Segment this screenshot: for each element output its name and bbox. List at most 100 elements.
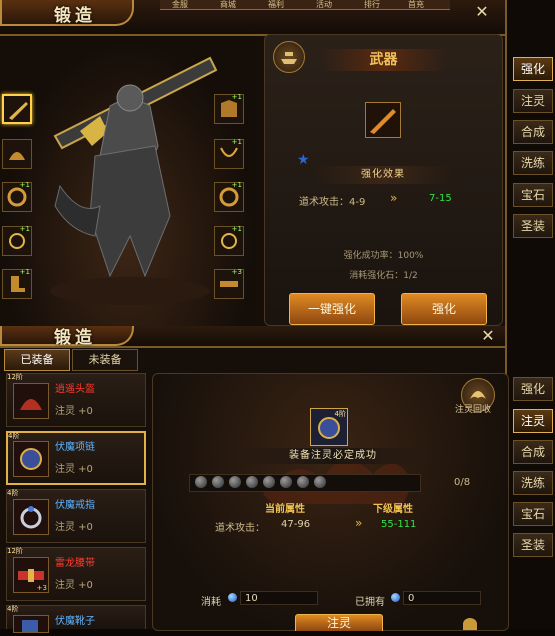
infuse-button[interactable]: 注灵 <box>295 614 383 631</box>
item-plus: +3 <box>36 584 47 592</box>
item-infuse-level: 注灵 +0 <box>55 464 93 475</box>
progress-bead <box>195 476 207 488</box>
weapon-icon <box>9 102 28 120</box>
top-menu: 金服 商城 福利 活动 排行 首充 <box>160 0 450 10</box>
tab-synthesize[interactable]: 合成 <box>513 440 553 464</box>
list-item[interactable]: +3 12阶 雷龙腰带 注灵 +0 <box>6 547 146 601</box>
top-menu-item[interactable]: 活动 <box>316 0 332 10</box>
stat-current: 道术攻击：4-9 <box>299 197 366 208</box>
one-click-strengthen-button[interactable]: 一键强化 <box>289 293 375 325</box>
item-name: 伏魔项链 <box>55 442 95 453</box>
necklace-icon <box>13 441 49 477</box>
top-menu-item[interactable]: 排行 <box>364 0 380 10</box>
item-badge: 4阶 <box>8 432 20 440</box>
equip-slot[interactable]: +1 <box>2 225 32 256</box>
top-menu-item[interactable]: 首充 <box>408 0 424 10</box>
list-item[interactable]: 4阶 伏魔项链 注灵 +0 <box>6 431 146 485</box>
strengthen-button[interactable]: 强化 <box>401 293 487 325</box>
equip-slot[interactable]: +3 <box>214 268 244 299</box>
progress-bead <box>246 476 258 488</box>
gem-icon <box>228 593 237 602</box>
equip-slot[interactable]: +1 <box>214 138 244 169</box>
tab-infuse[interactable]: 注灵 <box>513 409 553 433</box>
gem-icon <box>391 593 400 602</box>
item-infuse-level: 注灵 +0 <box>55 406 93 417</box>
boots-icon <box>13 615 49 633</box>
belt-icon <box>220 281 238 287</box>
equip-slot-weapon[interactable] <box>2 94 32 124</box>
progress-bead <box>212 476 224 488</box>
ring-icon <box>13 499 49 535</box>
progress-count: 0/8 <box>454 477 471 488</box>
progress-bead <box>280 476 292 488</box>
equip-slot[interactable] <box>2 139 32 169</box>
progress-bead <box>263 476 275 488</box>
tab-infuse[interactable]: 注灵 <box>513 89 553 113</box>
item-name: 雷龙腰带 <box>55 558 95 569</box>
equipment-list: 12阶 逍遥头盔 注灵 +0 4阶 伏魔项链 注灵 +0 4阶 伏魔戒指 注灵 … <box>2 373 148 633</box>
weapon-heading: 武器 <box>369 52 398 68</box>
stat-next: 55-111 <box>381 519 417 530</box>
list-item[interactable]: 4阶 伏魔戒指 注灵 +0 <box>6 489 146 543</box>
strengthen-result-label: 强化效果 <box>313 166 453 184</box>
armor-icon <box>221 100 237 117</box>
stat-current: 47-96 <box>281 519 311 530</box>
item-name: 伏魔戒指 <box>55 500 95 511</box>
tab-strengthen[interactable]: 强化 <box>513 57 553 81</box>
next-attr-label: 下级属性 <box>373 504 413 515</box>
cost-label: 消耗 <box>201 597 221 608</box>
list-item[interactable]: 12阶 逍遥头盔 注灵 +0 <box>6 373 146 427</box>
top-menu-item[interactable]: 商城 <box>220 0 236 10</box>
tab-strengthen[interactable]: 强化 <box>513 377 553 401</box>
cost-value: 10 <box>240 591 318 605</box>
arrow-right-icon: » <box>390 191 398 205</box>
tab-refine[interactable]: 洗练 <box>513 151 553 175</box>
own-value: 0 <box>403 591 481 605</box>
close-icon[interactable]: ✕ <box>473 3 491 21</box>
current-attr-label: 当前属性 <box>265 504 305 515</box>
coin-icon <box>463 618 477 630</box>
stone-cost: 消耗强化石：1/2 <box>349 271 418 281</box>
progress-bead <box>314 476 326 488</box>
progress-bead <box>229 476 241 488</box>
tab-holy-gear[interactable]: 圣装 <box>513 214 553 238</box>
bracelet-icon <box>219 187 239 207</box>
guarantee-text: 装备注灵必定成功 <box>238 448 428 464</box>
bracelet-icon <box>7 187 27 207</box>
top-menu-item[interactable]: 金服 <box>172 0 188 10</box>
equip-slot[interactable]: +1 <box>214 225 244 256</box>
necklace-icon <box>220 147 238 157</box>
top-menu-item[interactable]: 福利 <box>268 0 284 10</box>
close-icon[interactable]: ✕ <box>479 327 497 345</box>
equip-slot[interactable]: +1 <box>214 93 244 124</box>
page-title: 锻造 <box>54 6 96 26</box>
item-badge: 12阶 <box>7 547 23 555</box>
tab-unequipped[interactable]: 未装备 <box>72 349 138 371</box>
belt-icon: +3 <box>13 557 49 593</box>
tab-gem[interactable]: 宝石 <box>513 502 553 526</box>
tab-synthesize[interactable]: 合成 <box>513 120 553 144</box>
tab-equipped[interactable]: 已装备 <box>4 349 70 371</box>
equip-slot[interactable]: +1 <box>2 268 32 299</box>
item-badge: 12阶 <box>7 373 23 381</box>
helmet-icon <box>13 383 49 419</box>
helmet-icon <box>9 152 25 160</box>
equip-slot[interactable]: +1 <box>2 181 32 212</box>
tab-refine[interactable]: 洗练 <box>513 471 553 495</box>
tab-holy-gear[interactable]: 圣装 <box>513 533 553 557</box>
selected-necklace-icon: 4阶 <box>310 408 348 446</box>
title-plate: 锻造 <box>0 0 134 26</box>
equip-slot[interactable]: +1 <box>214 181 244 212</box>
selected-weapon-icon <box>365 102 401 138</box>
list-item[interactable]: 4阶 伏魔靴子 <box>6 605 146 633</box>
stat-next: 7-15 <box>429 193 452 204</box>
page-title: 锻造 <box>54 328 96 348</box>
item-badge: 4阶 <box>334 410 346 418</box>
side-tab-bar: 强化 注灵 合成 洗练 宝石 圣装 <box>505 0 555 326</box>
success-rate: 强化成功率：100% <box>343 251 424 261</box>
recycle-label[interactable]: 注灵回收 <box>455 402 491 415</box>
item-name: 逍遥头盔 <box>55 384 95 395</box>
tab-gem[interactable]: 宝石 <box>513 183 553 207</box>
item-infuse-level: 注灵 +0 <box>55 522 93 533</box>
strengthen-info-box: 武器 ★ 强化效果 道术攻击：4-9 » 7-15 强化成功率：100% 消耗强… <box>264 34 503 326</box>
